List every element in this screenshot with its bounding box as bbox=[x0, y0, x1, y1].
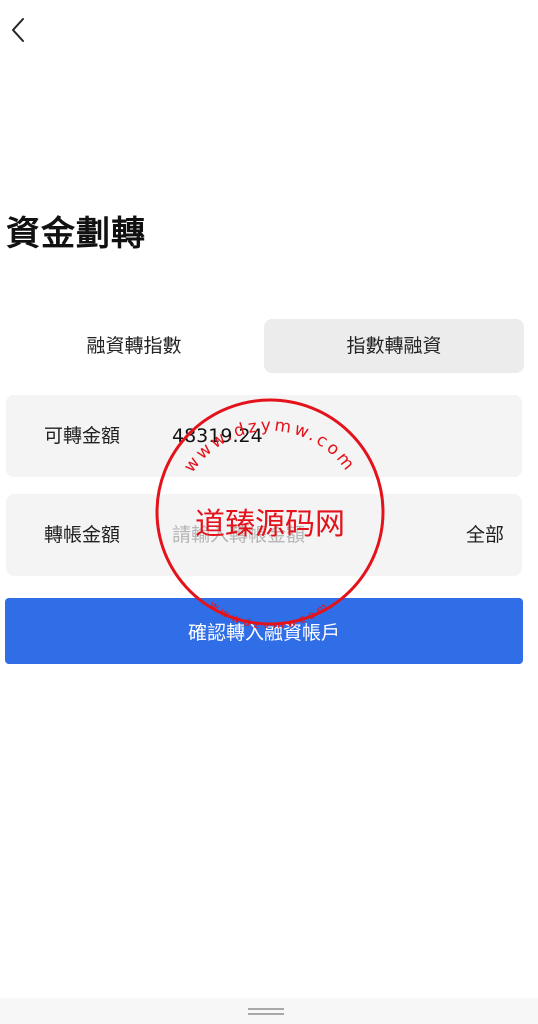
tab-margin-to-index[interactable]: 融資轉指數 bbox=[6, 319, 262, 373]
gesture-handle-icon[interactable] bbox=[248, 1008, 284, 1015]
tab-index-to-margin[interactable]: 指數轉融資 bbox=[264, 319, 524, 373]
chevron-left-icon bbox=[12, 18, 24, 42]
system-navigation-bar bbox=[0, 998, 538, 1024]
transfer-amount-row: 轉帳金額 全部 bbox=[6, 494, 522, 576]
confirm-transfer-button[interactable]: 確認轉入融資帳戶 bbox=[5, 598, 523, 664]
transfer-direction-tabs: 融資轉指數 指數轉融資 bbox=[6, 319, 524, 373]
all-amount-button[interactable]: 全部 bbox=[466, 494, 504, 576]
transferable-amount-row: 可轉金額 48319.24 bbox=[6, 395, 522, 477]
transfer-amount-input[interactable] bbox=[172, 516, 432, 554]
transferable-amount-value: 48319.24 bbox=[172, 425, 263, 447]
page-title: 資金劃轉 bbox=[6, 214, 146, 254]
transferable-amount-label: 可轉金額 bbox=[44, 425, 121, 447]
back-button[interactable] bbox=[8, 14, 30, 46]
transfer-amount-label: 轉帳金額 bbox=[44, 524, 121, 546]
